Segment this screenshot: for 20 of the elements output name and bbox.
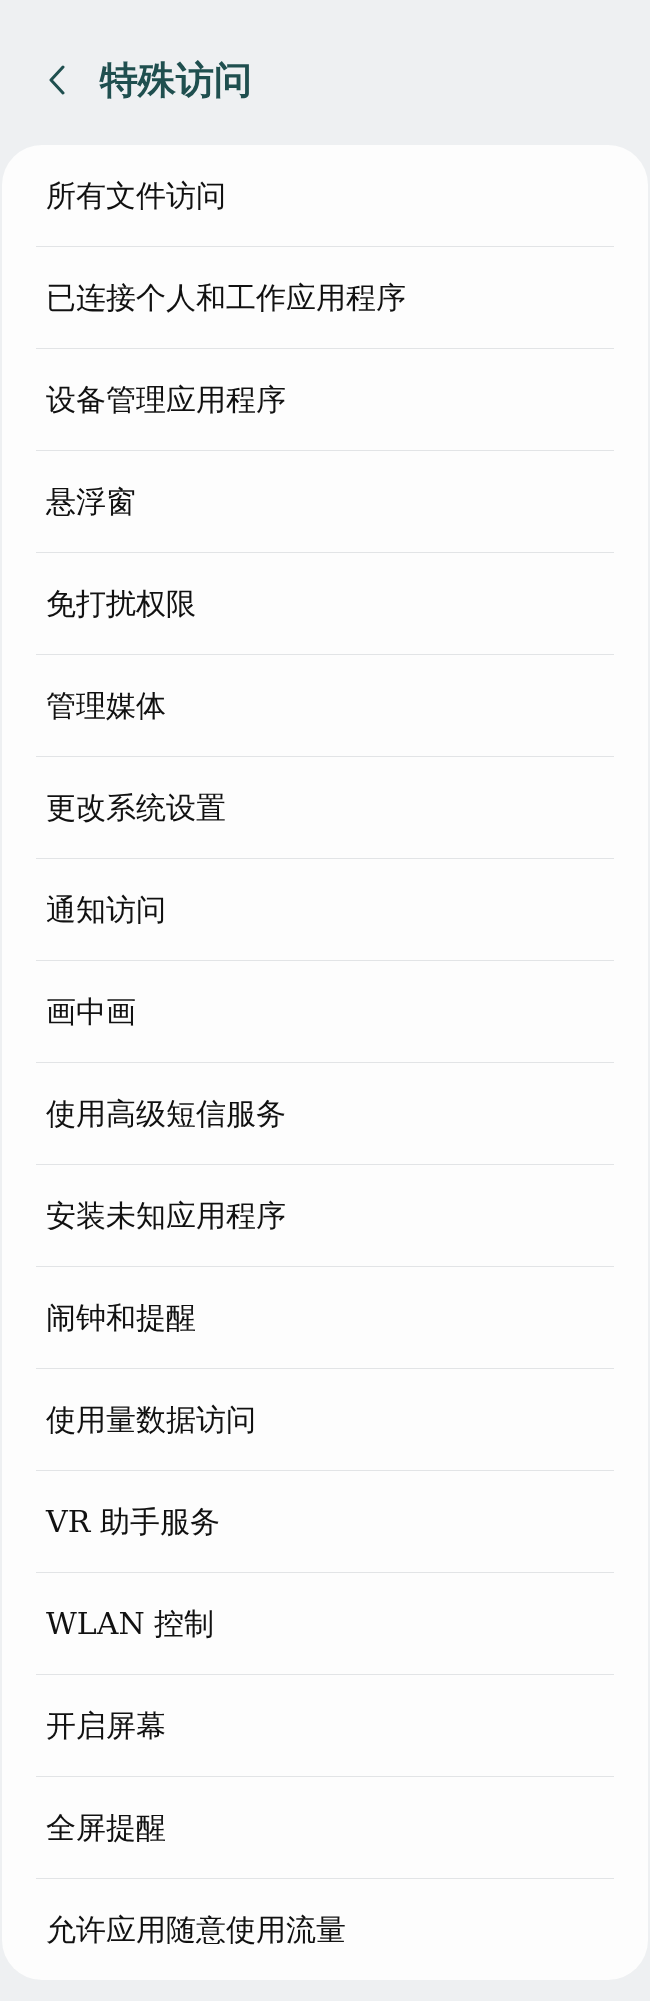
settings-item[interactable]: 开启屏幕	[2, 1675, 648, 1776]
settings-item[interactable]: 更改系统设置	[2, 757, 648, 858]
settings-item[interactable]: 闹钟和提醒	[2, 1267, 648, 1368]
settings-item[interactable]: VR 助手服务	[2, 1471, 648, 1572]
settings-item[interactable]: 通知访问	[2, 859, 648, 960]
settings-item[interactable]: 使用量数据访问	[2, 1369, 648, 1470]
settings-item[interactable]: 全屏提醒	[2, 1777, 648, 1878]
settings-item[interactable]: 画中画	[2, 961, 648, 1062]
settings-item[interactable]: WLAN 控制	[2, 1573, 648, 1674]
page-title: 特殊访问	[100, 60, 252, 99]
settings-item[interactable]: 允许应用随意使用流量	[2, 1879, 648, 1980]
settings-item[interactable]: 所有文件访问	[2, 145, 648, 246]
settings-item[interactable]: 已连接个人和工作应用程序	[2, 247, 648, 348]
back-icon	[48, 64, 66, 95]
settings-item[interactable]: 免打扰权限	[2, 553, 648, 654]
settings-item[interactable]: 管理媒体	[2, 655, 648, 756]
settings-item[interactable]: 悬浮窗	[2, 451, 648, 552]
settings-item[interactable]: 使用高级短信服务	[2, 1063, 648, 1164]
settings-item[interactable]: 安装未知应用程序	[2, 1165, 648, 1266]
settings-item[interactable]: 设备管理应用程序	[2, 349, 648, 450]
